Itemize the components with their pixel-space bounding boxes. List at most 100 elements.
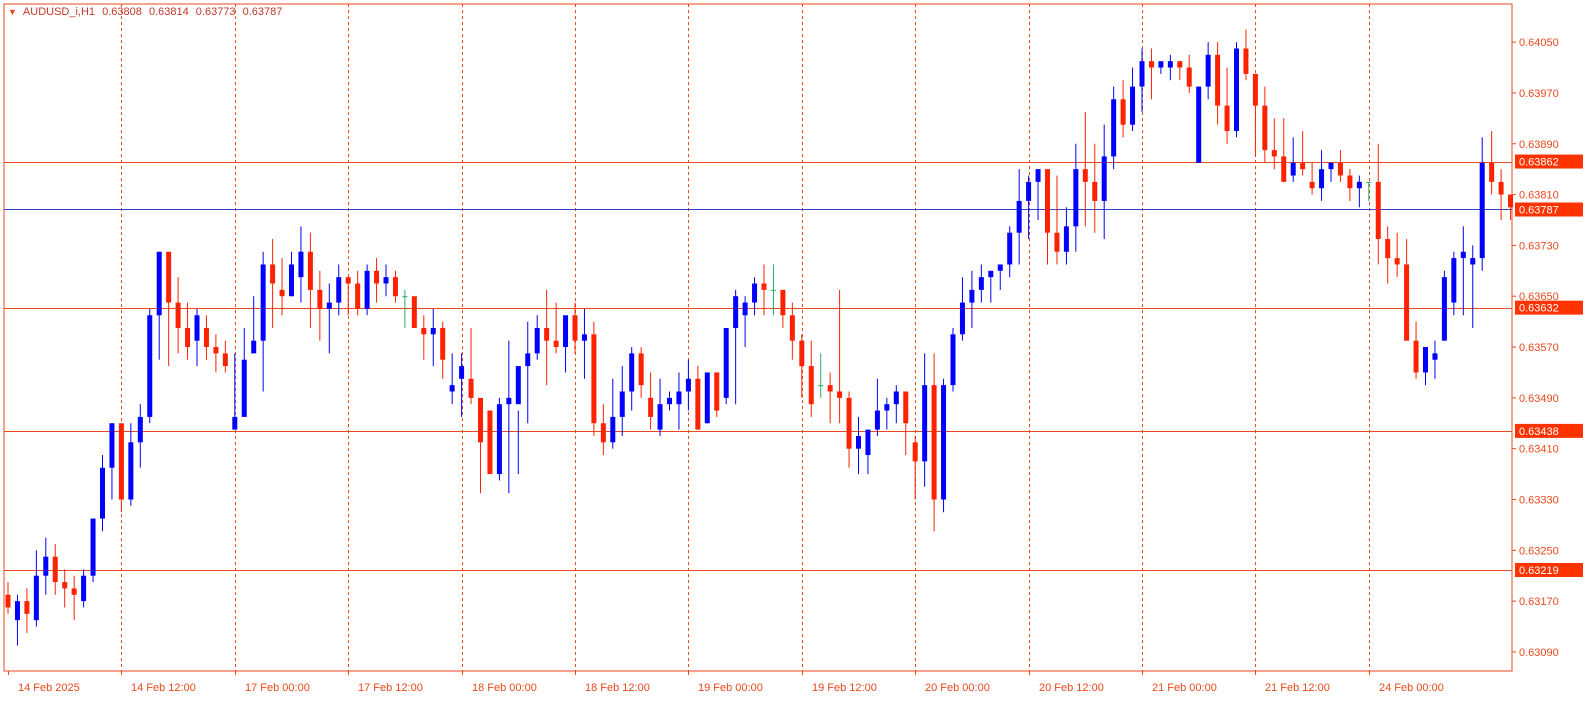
- candle-body: [90, 518, 96, 576]
- candle-body: [345, 277, 351, 284]
- candle-body: [194, 315, 200, 341]
- candle-body: [1111, 99, 1117, 157]
- candle-body: [1271, 150, 1277, 157]
- candle-body: [1035, 169, 1041, 182]
- time-axis-label: 17 Feb 00:00: [245, 682, 310, 694]
- time-axis-label: 19 Feb 12:00: [812, 682, 877, 694]
- candle-body: [657, 404, 663, 430]
- candle-body: [808, 366, 814, 405]
- candle-body: [128, 442, 134, 500]
- candle-body: [71, 588, 77, 595]
- candle-body: [33, 575, 39, 621]
- candle-body: [1413, 340, 1419, 373]
- level-price-badge-label: 0.63438: [1519, 426, 1559, 438]
- candle-body: [440, 327, 446, 360]
- candle-body: [24, 601, 30, 614]
- candle-body: [544, 327, 550, 341]
- candle-body: [1385, 239, 1391, 259]
- candle-body: [203, 327, 209, 348]
- candle-body: [1101, 156, 1107, 201]
- price-axis-label: 0.64050: [1519, 37, 1559, 49]
- candle-body: [5, 594, 11, 608]
- candle-body: [1092, 181, 1098, 201]
- candle-body: [383, 277, 389, 284]
- candle-body: [648, 397, 654, 417]
- candle-body: [232, 416, 238, 430]
- candle-body: [1498, 181, 1504, 195]
- candle-body: [941, 385, 947, 500]
- candle-body: [1281, 156, 1287, 182]
- candle-body: [931, 385, 937, 500]
- candle-body: [118, 423, 124, 500]
- candle-body: [761, 283, 767, 290]
- candle-body: [402, 296, 408, 298]
- candle-body: [307, 251, 313, 290]
- candle-body: [137, 416, 143, 443]
- candle-body: [298, 251, 304, 278]
- candle-body: [260, 264, 266, 341]
- candle-body: [704, 372, 710, 424]
- price-axis-label: 0.63090: [1519, 647, 1559, 659]
- candle-body: [1309, 181, 1315, 189]
- candle-body: [733, 296, 739, 328]
- price-axis-label: 0.63330: [1519, 494, 1559, 506]
- candle-body: [147, 315, 153, 417]
- candle-body: [1196, 86, 1202, 163]
- candle-body: [1205, 54, 1211, 87]
- price-axis-label: 0.63250: [1519, 545, 1559, 557]
- chart-window[interactable]: ▼ AUDUSD_i,H1 0.63808 0.63814 0.63773 0.6…: [0, 0, 1586, 708]
- candle-body: [1423, 347, 1428, 373]
- price-chart[interactable]: 0.63090 0.63170 0.63250 0.63330 0.63410 0.634…: [0, 0, 1586, 708]
- candle-body: [1451, 258, 1457, 303]
- candle-body: [1243, 48, 1249, 74]
- candle-body: [81, 575, 87, 602]
- time-axis-label: 14 Feb 2025: [18, 682, 80, 694]
- candle-body: [487, 410, 493, 475]
- candle-body: [515, 366, 521, 405]
- candle-body: [856, 435, 861, 449]
- candle-body: [1489, 162, 1495, 182]
- candle-body: [638, 353, 644, 386]
- candle-body: [610, 416, 616, 443]
- candle-body: [742, 302, 748, 316]
- candle-body: [1252, 73, 1258, 106]
- candle-body: [1300, 162, 1306, 170]
- candle-body: [374, 270, 380, 284]
- candle-body: [1007, 232, 1013, 265]
- time-axis-label: 21 Feb 00:00: [1152, 682, 1217, 694]
- time-axis-label: 20 Feb 12:00: [1039, 682, 1104, 694]
- candle-body: [222, 353, 228, 367]
- candle-body: [496, 404, 502, 475]
- candle-body: [1394, 258, 1400, 265]
- candle-body: [430, 327, 436, 335]
- candle-body: [355, 283, 361, 309]
- candle-body: [1404, 264, 1410, 341]
- time-axis-label: 17 Feb 12:00: [358, 682, 423, 694]
- candle-body: [1130, 86, 1136, 125]
- candle-body: [1290, 162, 1296, 176]
- candle-body: [591, 334, 597, 424]
- level-price-badge-label: 0.63219: [1519, 565, 1559, 577]
- candle-body: [893, 391, 899, 405]
- time-axis-label: 21 Feb 12:00: [1265, 682, 1330, 694]
- candle-body: [723, 327, 729, 398]
- candle-body: [156, 251, 162, 316]
- candle-body: [903, 391, 909, 424]
- candle-body: [468, 378, 474, 398]
- candle-body: [1366, 181, 1372, 183]
- candle-body: [1063, 226, 1069, 252]
- candle-body: [884, 404, 890, 411]
- candle-body: [1045, 169, 1050, 233]
- candle-body: [1082, 169, 1088, 182]
- candle-body: [251, 340, 257, 354]
- candle-body: [175, 302, 181, 328]
- candle-body: [1073, 169, 1079, 227]
- candle-body: [581, 334, 587, 341]
- price-axis-label: 0.63890: [1519, 139, 1559, 151]
- price-axis-label: 0.63970: [1519, 88, 1559, 100]
- candle-body: [213, 347, 219, 354]
- candle-body: [270, 264, 276, 284]
- candle-body: [1470, 258, 1476, 265]
- candle-body: [978, 277, 984, 290]
- candle-body: [1262, 105, 1268, 151]
